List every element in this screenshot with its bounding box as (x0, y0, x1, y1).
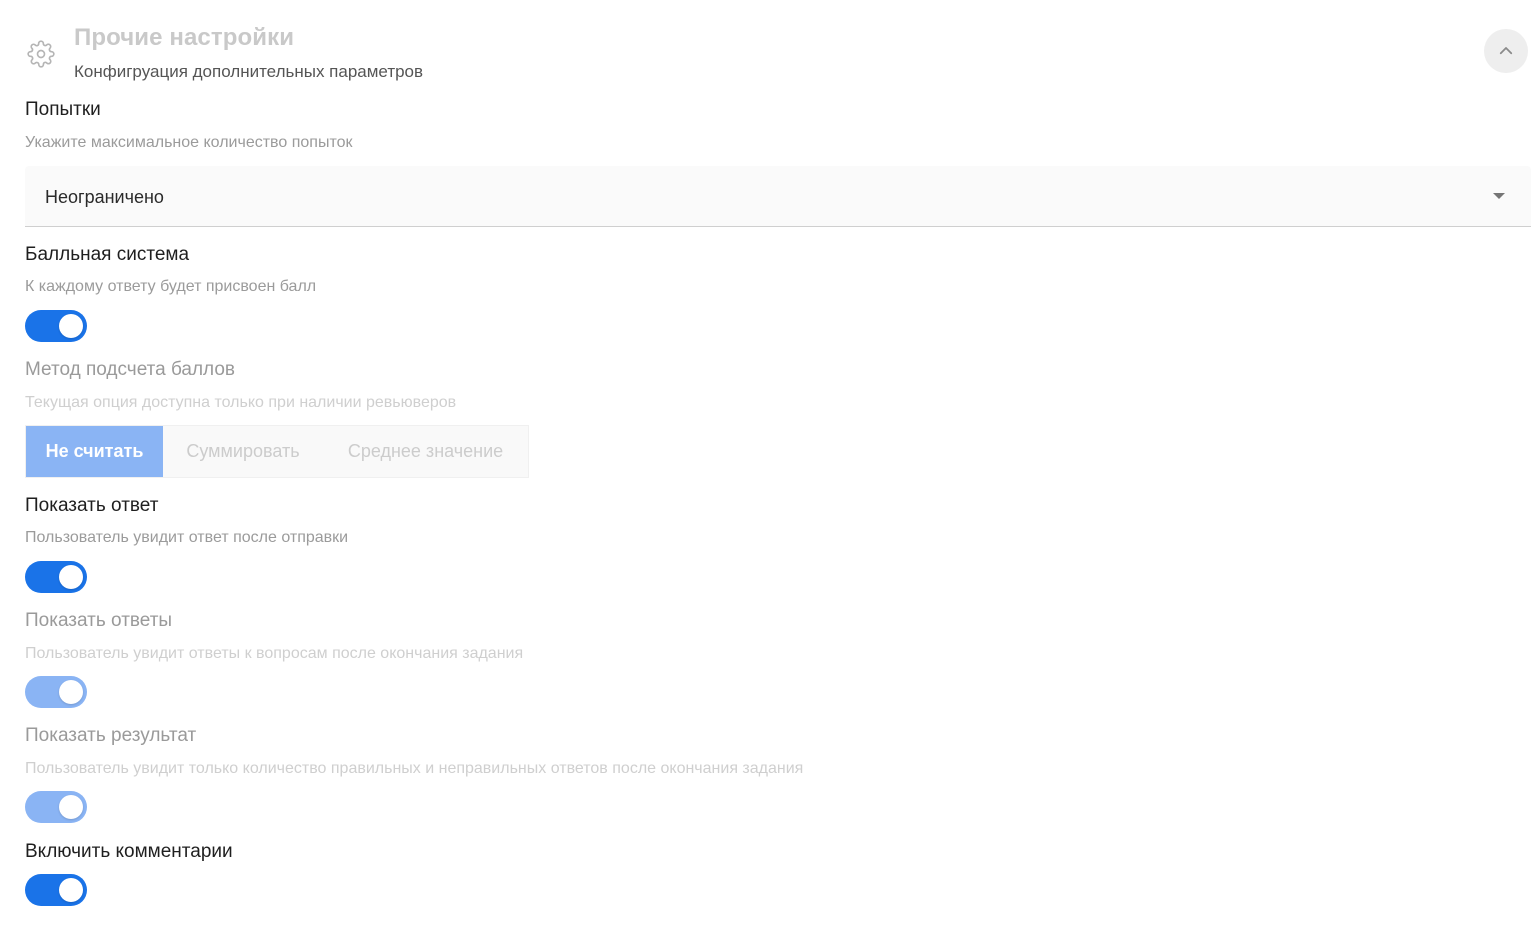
section-subtitle: Конфигруация дополнительных параметров (74, 62, 424, 81)
segment-sum[interactable]: Суммировать (163, 426, 323, 477)
segment-no-count[interactable]: Не считать (26, 426, 163, 477)
show-answers-description: Пользователь увидит ответы к вопросам по… (25, 645, 524, 662)
show-answers-title: Показать ответы (25, 610, 173, 631)
attempts-description: Укажите максимальное количество попыток (25, 134, 353, 151)
show-result-toggle[interactable] (25, 791, 87, 823)
caret-down-icon (1493, 193, 1505, 199)
collapse-button[interactable] (1484, 29, 1528, 73)
gear-icon (27, 40, 55, 68)
attempts-select[interactable]: Неограничено (25, 166, 1531, 227)
show-answer-toggle[interactable] (25, 561, 87, 593)
attempts-select-value: Неограничено (45, 187, 164, 207)
segment-average[interactable]: Среднее значение (323, 426, 528, 477)
chevron-up-icon (1499, 47, 1513, 55)
show-result-description: Пользователь увидит только количество пр… (25, 760, 804, 777)
toggle-knob (59, 314, 83, 338)
show-result-title: Показать результат (25, 725, 197, 746)
scoring-method-title: Метод подсчета баллов (25, 359, 236, 380)
scoring-method-segmented: Не считать Суммировать Среднее значение (25, 425, 529, 478)
show-answers-toggle[interactable] (25, 676, 87, 708)
section-header: Прочие настройки Конфигруация дополнител… (24, 22, 1534, 88)
show-answer-description: Пользователь увидит ответ после отправки (25, 529, 349, 546)
scoring-title: Балльная система (25, 244, 190, 265)
scoring-method-description: Текущая опция доступна только при наличи… (25, 394, 457, 411)
toggle-knob (59, 878, 83, 902)
show-answer-title: Показать ответ (25, 495, 159, 516)
toggle-knob (59, 680, 83, 704)
attempts-title: Попытки (25, 99, 101, 120)
scoring-toggle[interactable] (25, 310, 87, 342)
section-title: Прочие настройки (74, 24, 295, 51)
toggle-knob (59, 565, 83, 589)
comments-toggle[interactable] (25, 874, 87, 906)
toggle-knob (59, 795, 83, 819)
comments-title: Включить комментарии (25, 841, 233, 862)
scoring-description: К каждому ответу будет присвоен балл (25, 278, 317, 295)
